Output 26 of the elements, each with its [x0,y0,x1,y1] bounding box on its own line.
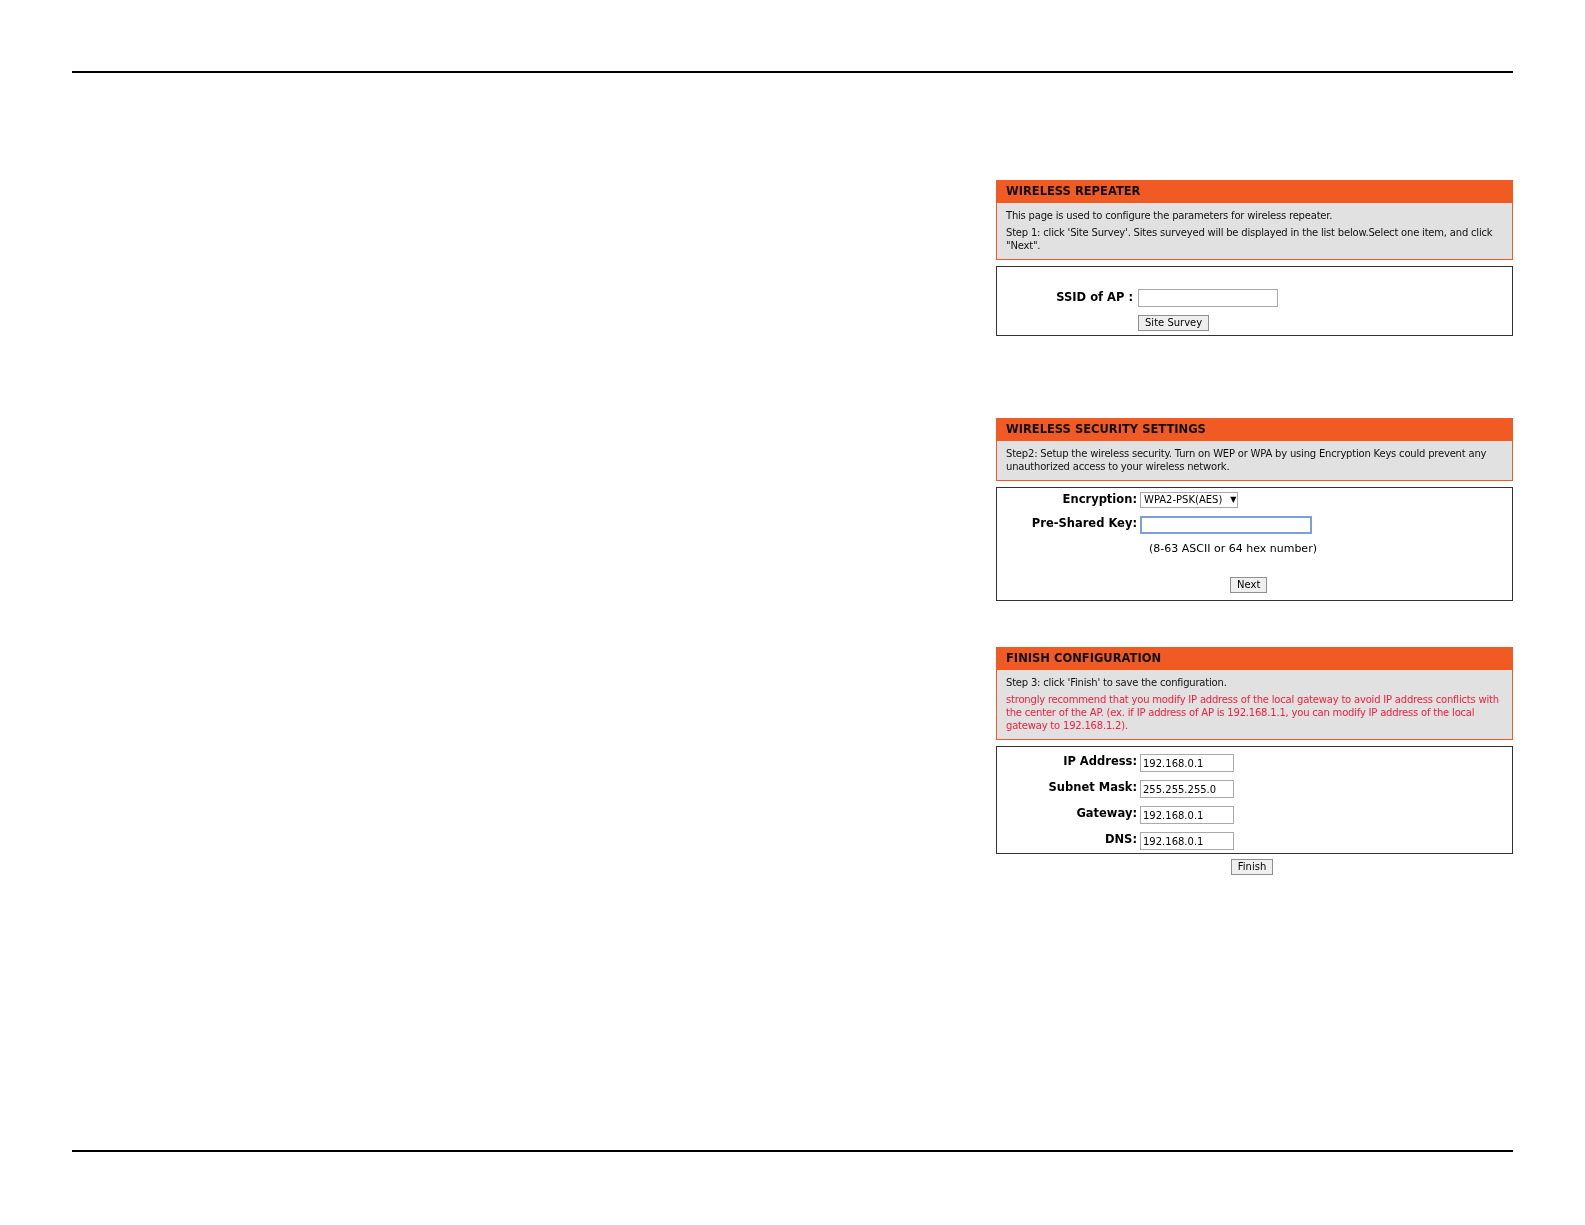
input-field[interactable]: 192.168.0.1 [1140,806,1234,825]
description-text: This page is used to configure the parameters for wireless repeater. [1006,209,1334,222]
encryption-dropdown[interactable]: WPA2-PSK(AES) ▼ [1140,491,1238,508]
description-text: Step 3: click 'Finish' to save the configuration. [1006,675,1228,689]
field-label: SSID of AP : [1055,289,1133,307]
push-button[interactable]: Next [1230,576,1268,593]
description-text: Step 1: click 'Site Survey'. Sites surveyed will be displayed in the list below.Select one item, and click "Next". [1006,226,1494,252]
warning-text: strongly recommend that you modify IP address of the local gateway to avoid IP address conflicts with the center of the AP. (ex. if IP address of AP is 192.168.1.1, you can modify IP address of the local gateway to 192.168.1.2). [1006,692,1500,732]
input-field[interactable] [1138,289,1278,307]
section-header: FINISH CONFIGURATION [996,646,1513,670]
input-field[interactable]: 192.168.0.1 [1140,754,1234,773]
input-field[interactable]: 192.168.0.1 [1140,832,1234,851]
field-label: Gateway: [1075,805,1137,823]
section-header: WIRELESS REPEATER [996,180,1513,203]
field-label: DNS: [1103,831,1137,849]
push-button[interactable]: Site Survey [1138,315,1210,331]
push-button[interactable]: Finish [1230,858,1274,875]
field-label: Pre-Shared Key: [1030,514,1137,532]
section-header: WIRELESS SECURITY SETTINGS [996,418,1513,441]
field-label: Subnet Mask: [1047,779,1137,797]
input-field[interactable]: 255.255.255.0 [1140,780,1234,799]
field-label: Encryption: [1061,491,1137,508]
field-label: IP Address: [1062,753,1137,771]
input-field[interactable] [1140,515,1312,534]
hint-text: (8-63 ASCII or 64 hex number) [1148,541,1317,558]
description-text: Step2: Setup the wireless security. Turn on WEP or WPA by using Encryption Keys could prevent any unauthorized access to your wireless network. [1006,447,1488,473]
